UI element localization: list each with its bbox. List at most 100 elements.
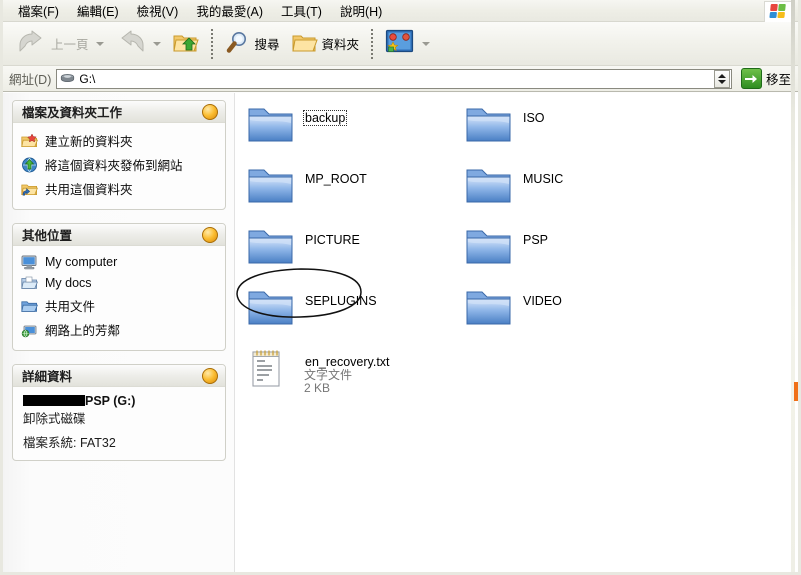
forward-dropdown-caret-icon[interactable] (153, 42, 161, 46)
panel-title: 詳細資料 (22, 366, 72, 385)
file-item-video[interactable]: VIDEO (461, 282, 663, 343)
file-item-en-recovery-txt[interactable]: en_recovery.txt 文字文件 2 KB (243, 343, 445, 404)
panel-header[interactable]: 詳細資料 (13, 365, 225, 387)
back-button[interactable]: 上一頁 (11, 25, 110, 63)
icon-grid: backup (243, 99, 679, 404)
details-drive-type: 卸除式磁碟 (23, 408, 217, 427)
window-right-edge (791, 0, 795, 572)
file-item-music[interactable]: MUSIC (461, 160, 663, 221)
file-list-pane[interactable]: backup (235, 93, 798, 572)
file-item-iso[interactable]: ISO (461, 99, 663, 160)
task-share-this-folder[interactable]: 共用這個資料夾 (21, 177, 219, 201)
file-item-mp-root[interactable]: MP_ROOT (243, 160, 445, 221)
network-places-icon (21, 322, 38, 338)
toolbar-separator-2 (371, 29, 373, 59)
file-meta: SEPLUGINS (304, 286, 378, 308)
search-button[interactable]: 搜尋 (219, 25, 286, 63)
folder-icon (247, 164, 294, 208)
place-my-documents[interactable]: My docs (21, 273, 219, 294)
up-folder-icon (173, 31, 199, 57)
search-button-label: 搜尋 (255, 34, 280, 53)
views-button[interactable] (379, 25, 436, 63)
views-thumbnail-icon (385, 29, 415, 58)
collapse-chevron-icon[interactable] (202, 104, 218, 120)
panel-other-places: 其他位置 My computer (12, 223, 226, 351)
back-dropdown-caret-icon[interactable] (96, 42, 104, 46)
file-meta: en_recovery.txt 文字文件 2 KB (304, 347, 391, 395)
menu-view[interactable]: 檢視(V) (128, 0, 188, 23)
place-network-neighborhood[interactable]: 網路上的芳鄰 (21, 318, 219, 342)
place-my-computer[interactable]: My computer (21, 252, 219, 273)
folder-icon (465, 286, 512, 330)
address-dropdown-button[interactable] (714, 70, 730, 88)
text-file-icon (247, 347, 294, 391)
new-folder-icon (21, 133, 38, 149)
folder-icon (292, 31, 318, 57)
folder-icon (247, 225, 294, 269)
views-dropdown-caret-icon[interactable] (422, 42, 430, 46)
address-bar-label: 網址(D) (9, 69, 51, 88)
panel-title: 檔案及資料夾工作 (22, 102, 122, 121)
place-label: 共用文件 (45, 296, 95, 315)
folder-icon (247, 286, 294, 330)
place-shared-documents[interactable]: 共用文件 (21, 294, 219, 318)
menu-tools[interactable]: 工具(T) (272, 0, 331, 23)
panel-header[interactable]: 檔案及資料夾工作 (13, 101, 225, 123)
task-label: 共用這個資料夾 (45, 179, 133, 198)
share-folder-icon (21, 181, 38, 197)
file-name: SEPLUGINS (304, 294, 378, 308)
explorer-content: 檔案及資料夾工作 建立新的資料夾 (3, 93, 798, 572)
menu-help[interactable]: 說明(H) (331, 0, 391, 23)
task-pane-sidebar: 檔案及資料夾工作 建立新的資料夾 (3, 93, 235, 572)
toolbar-separator-1 (211, 29, 213, 59)
toolbar: 上一頁 (3, 22, 798, 66)
file-size: 2 KB (304, 382, 391, 395)
address-input[interactable]: G:\ (56, 69, 732, 89)
shared-documents-icon (21, 298, 38, 314)
task-label: 將這個資料夾發佈到網站 (45, 155, 183, 174)
panel-body: 建立新的資料夾 將這個資料夾發佈到網站 (13, 123, 225, 209)
file-item-psp[interactable]: PSP (461, 221, 663, 282)
windows-flag-logo (764, 1, 792, 23)
folder-icon (465, 225, 512, 269)
task-create-new-folder[interactable]: 建立新的資料夾 (21, 129, 219, 153)
go-button-label: 移至 (766, 69, 791, 88)
file-name: backup (304, 111, 346, 125)
my-computer-icon (21, 254, 38, 270)
panel-body: PSP (G:) 卸除式磁碟 檔案系統: FAT32 (13, 387, 225, 460)
folders-button[interactable]: 資料夾 (286, 25, 366, 63)
place-label: 網路上的芳鄰 (45, 320, 120, 339)
forward-button[interactable] (110, 25, 167, 63)
file-meta: MP_ROOT (304, 164, 368, 186)
collapse-chevron-icon[interactable] (202, 227, 218, 243)
folder-icon (465, 103, 512, 147)
go-button[interactable]: 移至 (738, 68, 794, 89)
edge-orange-marker (794, 382, 798, 401)
file-item-seplugins[interactable]: SEPLUGINS (243, 282, 445, 343)
file-name: en_recovery.txt (304, 355, 391, 369)
task-publish-folder-to-web[interactable]: 將這個資料夾發佈到網站 (21, 153, 219, 177)
publish-web-icon (21, 157, 38, 173)
details-filesystem: 檔案系統: FAT32 (23, 432, 217, 451)
file-meta: ISO (522, 103, 546, 125)
collapse-chevron-icon[interactable] (202, 368, 218, 384)
panel-body: My computer My docs (13, 246, 225, 350)
menu-file[interactable]: 檔案(F) (9, 0, 68, 23)
file-item-picture[interactable]: PICTURE (243, 221, 445, 282)
menu-edit[interactable]: 編輯(E) (68, 0, 128, 23)
folder-icon (465, 164, 512, 208)
panel-header[interactable]: 其他位置 (13, 224, 225, 246)
panel-file-and-folder-tasks: 檔案及資料夾工作 建立新的資料夾 (12, 100, 226, 210)
details-drive-name: PSP (G:) (23, 394, 217, 408)
forward-arrow-icon (116, 30, 146, 57)
task-label: 建立新的資料夾 (45, 131, 133, 150)
file-name: ISO (522, 111, 546, 125)
menu-favorites[interactable]: 我的最愛(A) (187, 0, 272, 23)
folder-icon (247, 103, 294, 147)
menu-bar: 檔案(F) 編輯(E) 檢視(V) 我的最愛(A) 工具(T) 說明(H) (3, 0, 798, 22)
green-go-arrow-icon (741, 68, 762, 89)
file-item-backup[interactable]: backup (243, 99, 445, 160)
up-one-level-button[interactable] (167, 25, 205, 63)
folders-button-label: 資料夾 (322, 34, 360, 53)
file-name: PICTURE (304, 233, 361, 247)
